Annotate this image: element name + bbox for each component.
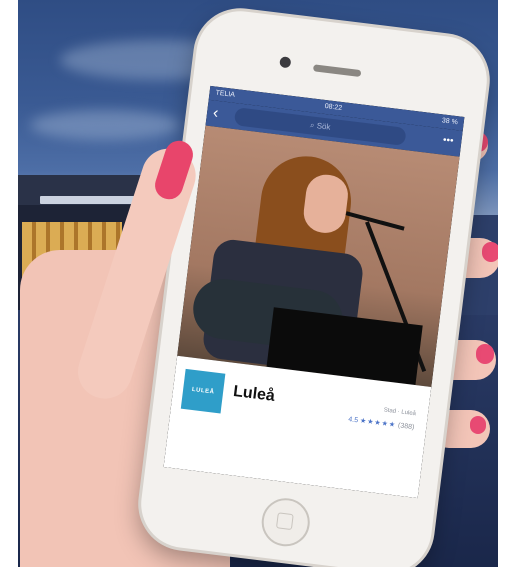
rating-value: 4.5 [347,416,359,425]
phone-screen: TELIA 08:22 38 % ‹ ⌕ Sök ••• LULEÅ Luleå… [163,85,465,499]
search-icon: ⌕ [309,120,316,130]
page-category: Stad · Luleå [383,407,417,418]
building-sign [40,196,144,204]
chevron-left-icon[interactable]: ‹ [212,102,220,124]
earpiece-speaker [312,64,362,78]
home-button[interactable] [258,495,313,550]
ellipsis-icon[interactable]: ••• [442,135,454,147]
photo-scene: TELIA 08:22 38 % ‹ ⌕ Sök ••• LULEÅ Luleå… [0,0,508,567]
cover-photo[interactable] [177,125,460,388]
front-camera [279,56,292,69]
microphone [345,211,405,231]
page-title: Luleå [232,382,276,405]
page-rating: 4.5 ★★★★★ (388) [348,415,415,431]
search-placeholder: Sök [316,121,331,132]
cloud [30,110,180,140]
right-margin [498,0,508,567]
page-logo[interactable]: LULEÅ [180,368,226,414]
rating-stars-icon: ★★★★★ [359,417,397,429]
left-margin [0,0,18,567]
home-square-icon [275,512,294,531]
rating-count: (388) [397,422,415,432]
fingernail [476,344,494,364]
fingernail [470,416,486,434]
